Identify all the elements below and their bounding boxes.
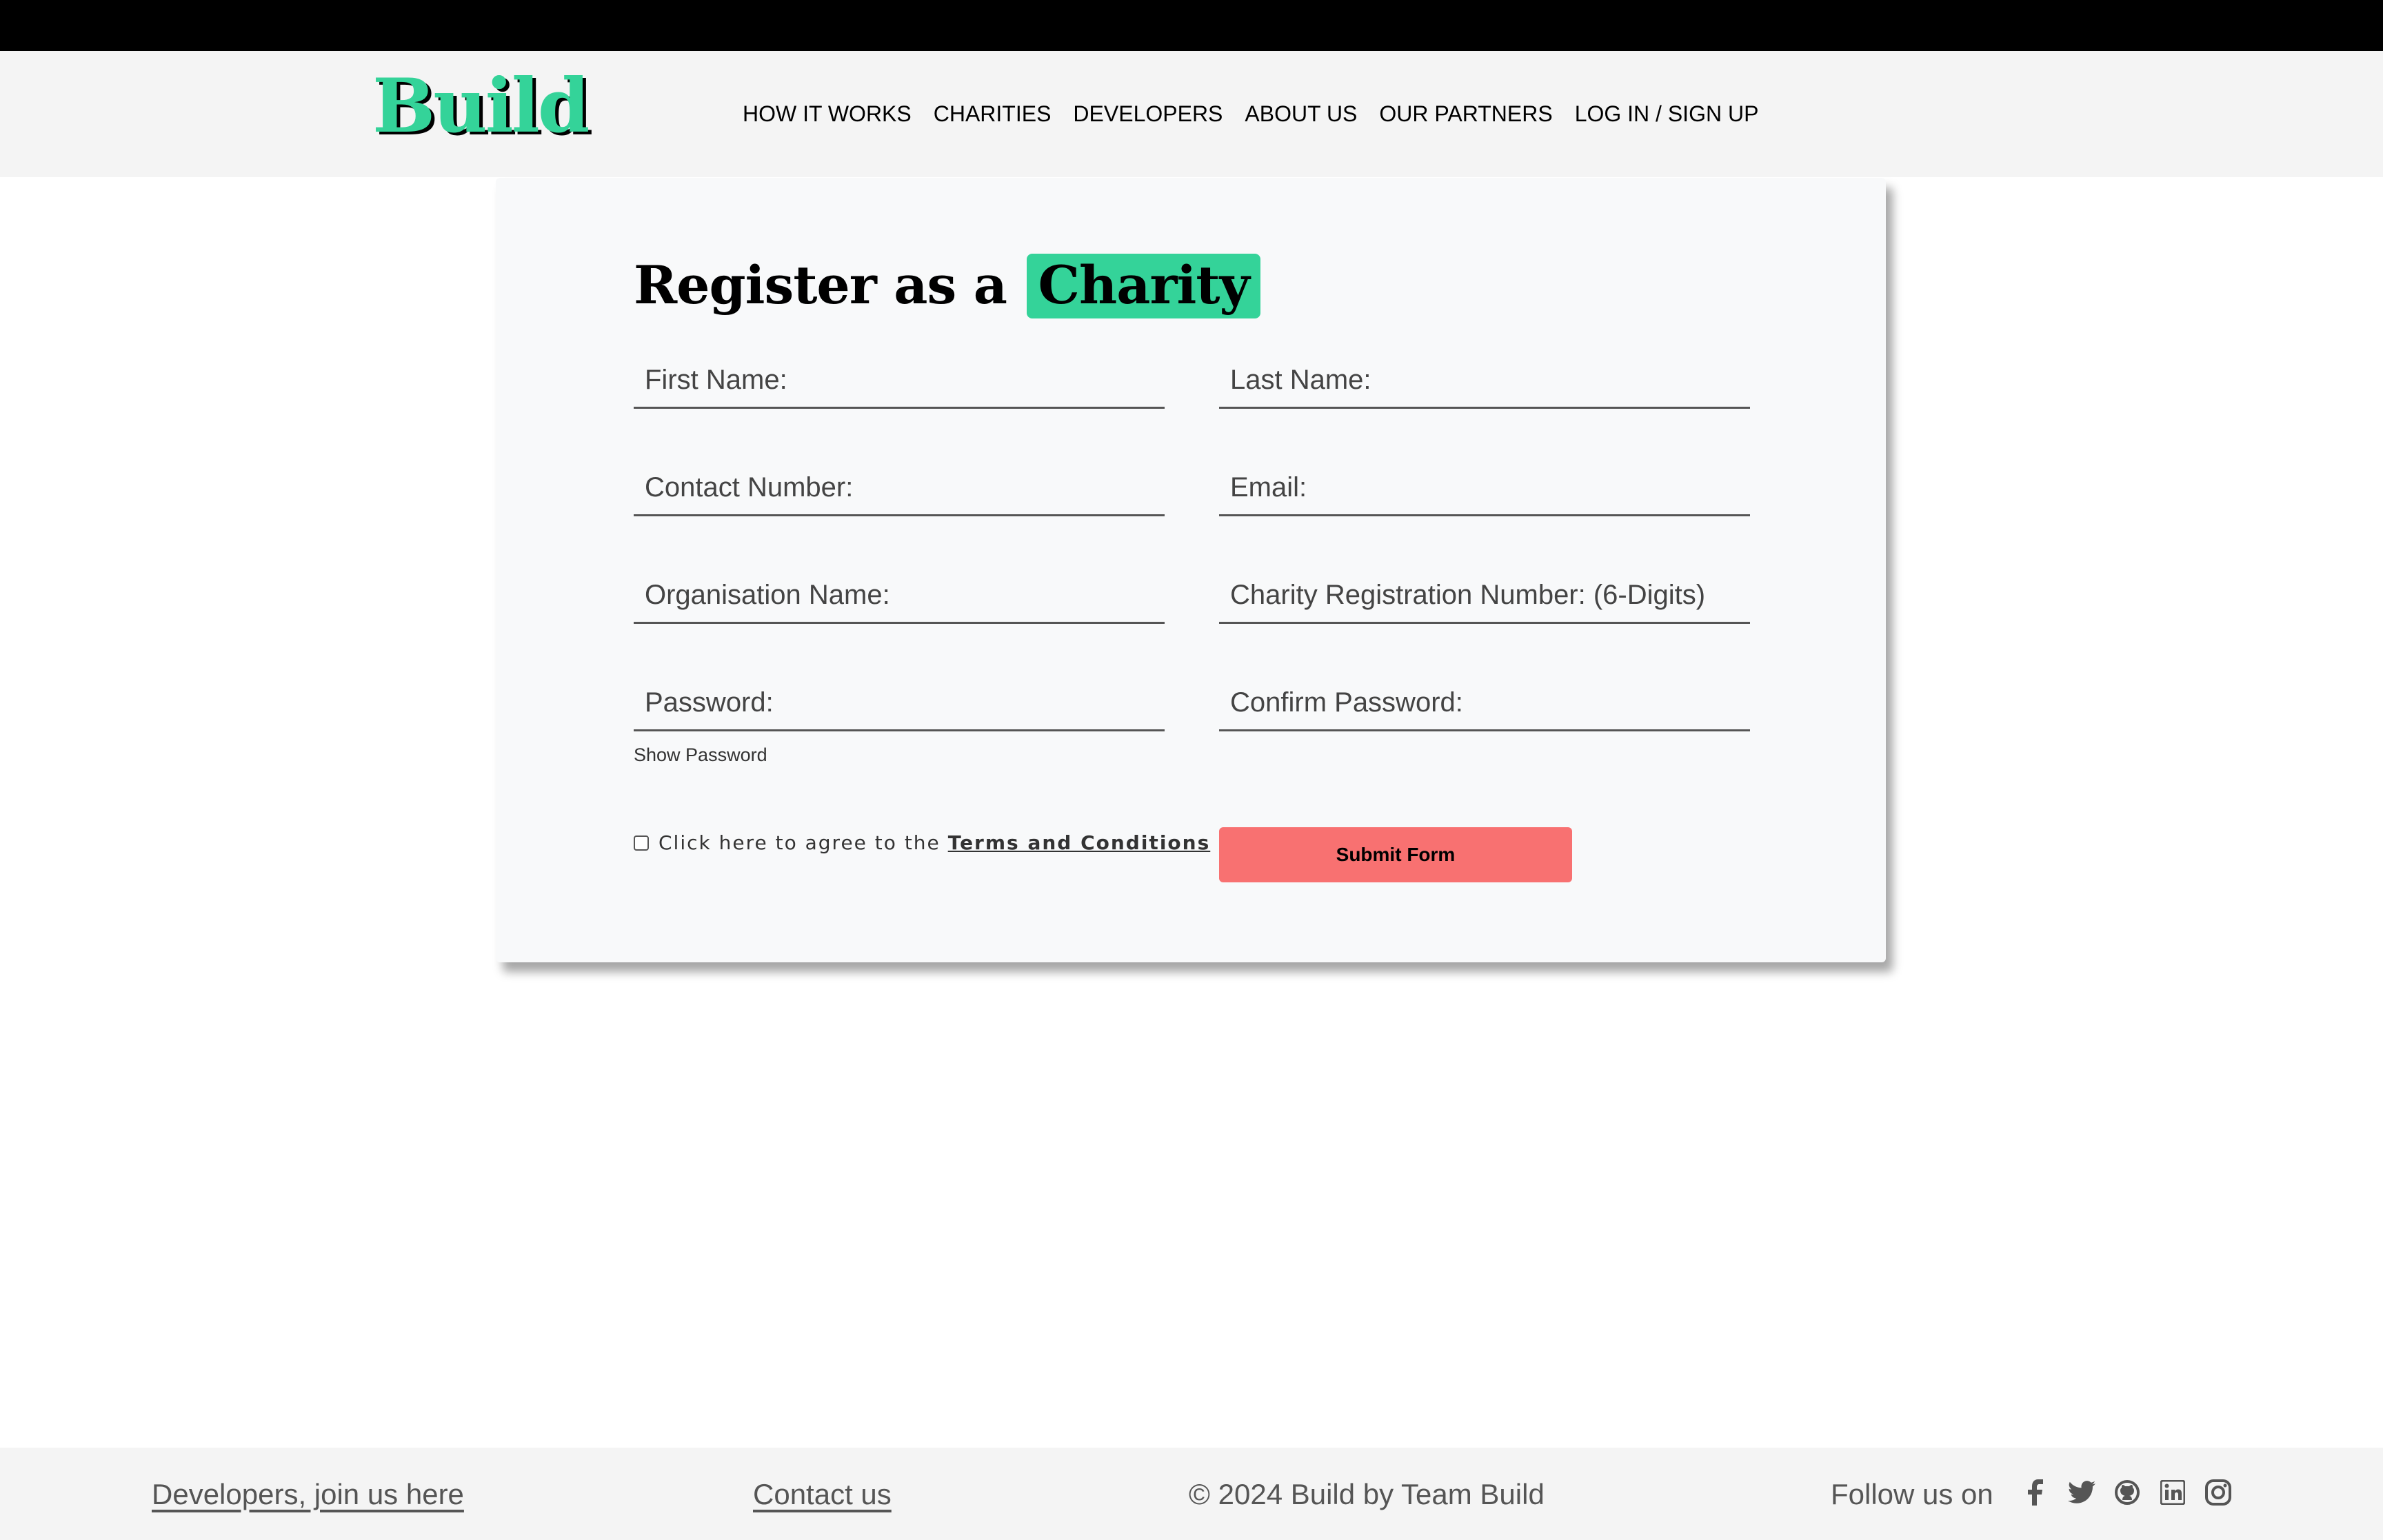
first-name-field[interactable]: First Name:	[634, 352, 1165, 409]
last-name-field[interactable]: Last Name:	[1219, 352, 1750, 409]
terms-link[interactable]: Terms and Conditions	[948, 831, 1211, 854]
linkedin-icon[interactable]	[2158, 1478, 2187, 1507]
first-name-placeholder: First Name:	[645, 365, 787, 395]
twitter-icon[interactable]	[2067, 1478, 2096, 1507]
password-field[interactable]: Password:	[634, 674, 1165, 731]
show-password-toggle[interactable]: Show Password	[634, 744, 767, 766]
nav-our-partners[interactable]: OUR PARTNERS	[1379, 103, 1552, 125]
confirm-password-placeholder: Confirm Password:	[1230, 687, 1463, 718]
nav-developers[interactable]: DEVELOPERS	[1073, 103, 1223, 125]
top-bar	[0, 0, 2383, 51]
nav-login-signup[interactable]: LOG IN / SIGN UP	[1575, 103, 1759, 125]
terms-label: Click here to agree to the Terms and Con…	[658, 831, 1210, 854]
charity-registration-field[interactable]: Charity Registration Number: (6-Digits)	[1219, 567, 1750, 624]
email-placeholder: Email:	[1230, 472, 1307, 503]
logo[interactable]: Build	[372, 69, 590, 143]
title-prefix: Register as a	[634, 254, 1007, 316]
main-nav: HOW IT WORKS CHARITIES DEVELOPERS ABOUT …	[743, 103, 1758, 125]
email-field[interactable]: Email:	[1219, 459, 1750, 516]
contact-number-field[interactable]: Contact Number:	[634, 459, 1165, 516]
last-name-placeholder: Last Name:	[1230, 365, 1371, 395]
confirm-password-field[interactable]: Confirm Password:	[1219, 674, 1750, 731]
site-header: Build HOW IT WORKS CHARITIES DEVELOPERS …	[0, 51, 2383, 177]
follow-label: Follow us on	[1831, 1478, 1993, 1510]
charity-registration-placeholder: Charity Registration Number: (6-Digits)	[1230, 580, 1706, 610]
github-icon[interactable]	[2113, 1478, 2142, 1507]
contact-link[interactable]: Contact us	[753, 1478, 892, 1511]
title-highlight: Charity	[1027, 254, 1260, 318]
terms-prefix: Click here to agree to the	[658, 831, 941, 854]
contact-number-placeholder: Contact Number:	[645, 472, 854, 503]
social-links	[2022, 1478, 2233, 1507]
copyright: © 2024 Build by Team Build	[1189, 1478, 1545, 1510]
password-placeholder: Password:	[645, 687, 774, 718]
nav-about-us[interactable]: ABOUT US	[1245, 103, 1357, 125]
developers-link[interactable]: Developers, join us here	[152, 1478, 464, 1511]
terms-row: Click here to agree to the Terms and Con…	[634, 831, 1210, 854]
register-card: Register as a Charity First Name: Last N…	[496, 178, 1886, 962]
submit-button[interactable]: Submit Form	[1219, 827, 1572, 882]
terms-checkbox[interactable]	[634, 835, 649, 851]
instagram-icon[interactable]	[2204, 1478, 2233, 1507]
page-title: Register as a Charity	[634, 254, 1260, 318]
nav-charities[interactable]: CHARITIES	[934, 103, 1052, 125]
organisation-name-field[interactable]: Organisation Name:	[634, 567, 1165, 624]
site-footer: Developers, join us here Contact us © 20…	[0, 1448, 2383, 1540]
organisation-name-placeholder: Organisation Name:	[645, 580, 890, 610]
nav-how-it-works[interactable]: HOW IT WORKS	[743, 103, 912, 125]
facebook-icon[interactable]	[2022, 1478, 2051, 1507]
